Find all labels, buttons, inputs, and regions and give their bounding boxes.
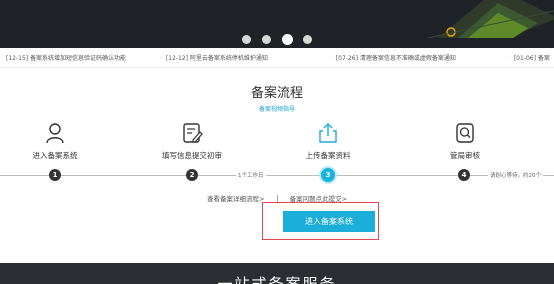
process-timeline (0, 175, 554, 176)
step-fill-info: 填写信息提交初审 (137, 122, 247, 161)
notice-date: [07-26] (335, 55, 358, 62)
service-section-header: 一站式备案服务 (0, 263, 554, 284)
notice-item[interactable]: · [07-26] 清理备案信息不准确或虚假备案通知 (330, 53, 456, 62)
step-bureau-review: 管局审核 (410, 122, 520, 161)
enter-system-button[interactable]: 进入备案系统 (283, 211, 375, 232)
notice-date: [12-12] (165, 55, 188, 62)
timeline-duration-label: 1个工作日 (236, 171, 266, 179)
notice-item[interactable]: · [12-12] 阿里云备案系统停机维护通知 (160, 53, 268, 62)
video-guide-link[interactable]: 备案视频指导 (0, 104, 554, 113)
notice-item[interactable]: · [01-06] 备案 (508, 53, 550, 62)
step-number-4: 4 (458, 169, 470, 181)
user-icon (46, 123, 64, 144)
notice-text: 清理备案信息不准确或虚假备案通知 (359, 55, 456, 62)
edit-form-icon (183, 123, 203, 143)
notice-bar: [12-15] 备案系统增加短信息验证码确认功能 · [12-12] 阿里云备案… (0, 48, 554, 68)
step-upload-materials: 上传备案资料 (273, 122, 383, 161)
timeline-wait-label: 请耐心等待，约20个 (488, 171, 543, 179)
step-number-1: 1 (49, 169, 61, 181)
hero-banner (0, 0, 554, 48)
step-label: 进入备案系统 (32, 151, 78, 160)
notice-date: [12-15] (6, 55, 29, 62)
carousel-dots (0, 29, 554, 48)
notice-text: 备案 (537, 55, 550, 62)
detail-flow-link[interactable]: 查看备案详细流程> (207, 195, 264, 203)
step-label: 填写信息提交初审 (162, 151, 222, 160)
carousel-dot-2[interactable] (262, 35, 272, 44)
step-label: 上传备案资料 (305, 151, 351, 160)
notice-text: 备案系统增加短信息验证码确认功能 (30, 55, 127, 62)
service-section-title: 一站式备案服务 (217, 275, 337, 284)
upload-icon (319, 123, 337, 143)
step-enter-system: 进入备案系统 (0, 122, 110, 161)
section-title: 备案流程 (250, 86, 303, 101)
review-search-icon (456, 123, 474, 143)
notice-item[interactable]: [12-15] 备案系统增加短信息验证码确认功能 (6, 53, 126, 62)
carousel-dot-1[interactable] (242, 35, 252, 44)
carousel-dot-3[interactable] (282, 35, 292, 44)
step-label: 管局审核 (450, 151, 480, 160)
notice-text: 阿里云备案系统停机维护通知 (189, 55, 268, 62)
carousel-dot-4[interactable] (302, 35, 312, 44)
step-number-3: 3 (321, 168, 335, 182)
step-number-2: 2 (186, 169, 198, 181)
notice-date: [01-06] (513, 55, 536, 62)
